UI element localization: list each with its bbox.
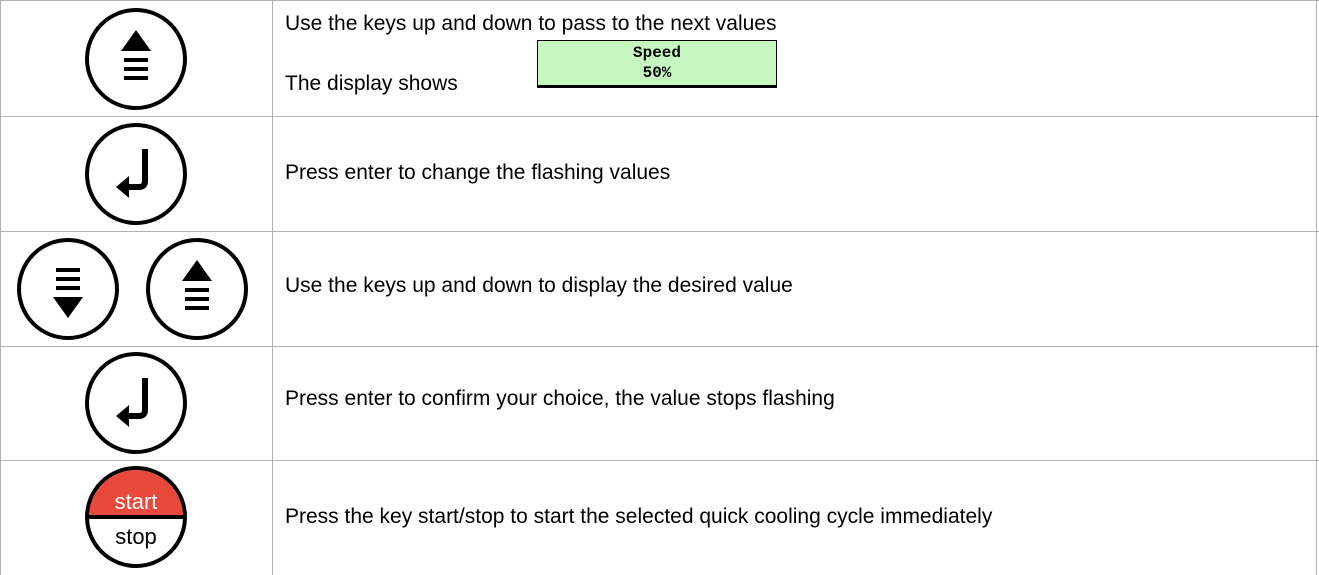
instruction-cell: Press the key start/stop to start the se… — [273, 460, 1319, 575]
instruction-cell: Use the keys up and down to pass to the … — [273, 0, 1319, 116]
instruction-cell: Use the keys up and down to display the … — [273, 231, 1319, 346]
table-row: Press enter to confirm your choice, the … — [0, 346, 1319, 460]
instruction-text: Use the keys up and down to pass to the … — [285, 12, 777, 35]
up-arrow-key-icon — [83, 6, 189, 112]
key-cell — [0, 116, 272, 231]
key-cell: start stop — [0, 460, 272, 575]
enter-key-icon — [83, 121, 189, 227]
lcd-line-1: Speed — [632, 44, 681, 62]
instruction-text: Press enter to change the flashing value… — [285, 161, 671, 184]
instruction-text: Use the keys up and down to display the … — [285, 274, 793, 297]
instruction-cell: Press enter to confirm your choice, the … — [273, 346, 1319, 460]
table-row: Use the keys up and down to display the … — [0, 231, 1319, 346]
instruction-text: Press the key start/stop to start the se… — [285, 505, 993, 528]
instruction-text: Press enter to confirm your choice, the … — [285, 387, 835, 410]
key-cell — [0, 231, 272, 346]
instruction-cell: Press enter to change the flashing value… — [273, 116, 1319, 231]
stop-key-label: stop — [115, 524, 157, 549]
lcd-line-2: 50% — [642, 64, 672, 82]
start-stop-key-icon: start stop — [83, 464, 189, 570]
table-row: Use the keys up and down to pass to the … — [0, 0, 1319, 116]
key-cell — [0, 0, 272, 116]
table-row: Press enter to change the flashing value… — [0, 116, 1319, 231]
start-key-label: start — [115, 489, 158, 514]
enter-key-icon — [83, 350, 189, 456]
key-cell — [0, 346, 272, 460]
up-arrow-key-icon — [144, 236, 250, 342]
table-row: start stop Press the key start/stop to s… — [0, 460, 1319, 575]
display-label: The display shows — [285, 72, 458, 95]
lcd-display: Speed 50% — [537, 40, 777, 88]
instruction-table: Use the keys up and down to pass to the … — [0, 0, 1319, 575]
down-arrow-key-icon — [15, 236, 121, 342]
